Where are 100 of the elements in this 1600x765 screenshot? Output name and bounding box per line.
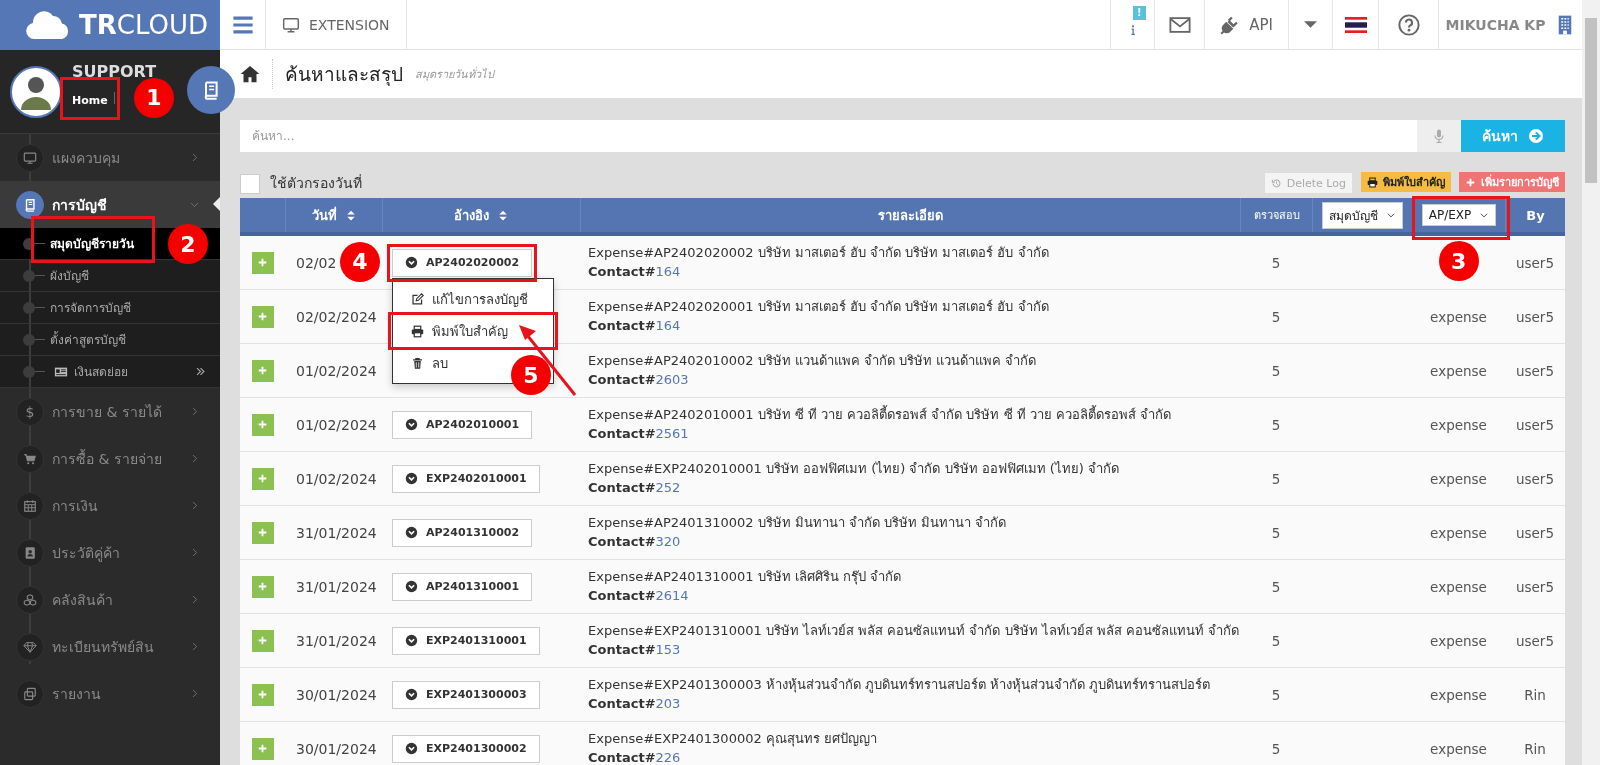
menu-item[interactable]: พิมพ์ใบสำคัญ [411, 320, 508, 342]
add-row-button[interactable] [251, 251, 274, 274]
search-field[interactable]: ค้นหา... [240, 120, 1417, 152]
sidebar-item[interactable]: $ การขาย & รายได้ [0, 388, 220, 435]
reference-button[interactable]: AP2402020002 [392, 248, 533, 277]
table-cell: 5 [1271, 524, 1281, 541]
sidebar-item[interactable]: การซื้อ & รายจ่าย [0, 435, 220, 482]
menu-item[interactable]: แก้ไขการลงบัญชี [411, 288, 528, 310]
sidebar-item[interactable]: แผงควบคุม [0, 134, 220, 181]
microphone-button[interactable] [1417, 120, 1461, 152]
book-filter-select[interactable]: สมุดบัญชี [1322, 201, 1403, 229]
add-entry-button[interactable]: เพิ่มรายการบัญชี [1459, 172, 1565, 192]
table-cell: 5 [1271, 362, 1281, 379]
add-row-button[interactable] [251, 305, 274, 328]
contact-link[interactable]: 164 [655, 318, 681, 333]
table-cell: expense [1430, 524, 1487, 541]
contact-link[interactable]: 203 [655, 696, 681, 711]
contact-label: Contact#2603 [588, 371, 689, 389]
home-link[interactable]: Home [72, 93, 108, 107]
sidebar-item[interactable]: คลังสินค้า [0, 576, 220, 623]
submenu-item[interactable]: เงินสดย่อย [0, 356, 160, 387]
reference-button[interactable]: EXP2401300002 [392, 734, 540, 763]
cloud-icon [25, 10, 71, 40]
menu-item[interactable]: ลบ [411, 352, 448, 374]
search-button[interactable]: ค้นหา [1461, 120, 1565, 152]
sidebar-item[interactable]: การเงิน [0, 482, 220, 529]
description: Expense#AP2402020002 บริษัท มาสเตอร์ ฮับ จำกัด บริษัท มาสเตอร์ ฮับ จำกัด [588, 244, 1049, 262]
print-button[interactable]: พิมพ์ใบสำคัญ [1361, 172, 1451, 192]
contact-link[interactable]: 320 [655, 534, 681, 549]
submenu-item[interactable]: ตั้งค่าสูตรบัญชี [0, 324, 160, 355]
api-button[interactable]: API [1204, 0, 1288, 49]
arrow-right-icon [1528, 128, 1544, 144]
date-cell: 02/02/2024 [296, 308, 377, 325]
trash-icon [411, 356, 424, 370]
plus-icon [257, 527, 268, 538]
flag-icon [1344, 16, 1367, 33]
table-cell: 5 [1271, 632, 1281, 649]
add-row-button[interactable] [251, 683, 274, 706]
avatar [10, 65, 62, 118]
contact-link[interactable]: 2614 [655, 588, 689, 603]
scrollbar[interactable] [1582, 0, 1600, 765]
add-row-button[interactable] [251, 359, 274, 382]
table-cell: 5 [1271, 740, 1281, 757]
table-cell: user5 [1515, 470, 1554, 487]
column-header[interactable]: By [1505, 198, 1565, 232]
step-number: 1 [134, 77, 174, 118]
column-header[interactable]: ตรวจสอบ [1240, 198, 1312, 232]
contact-card-icon [23, 545, 37, 560]
table-cell: user5 [1515, 524, 1554, 541]
add-row-button[interactable] [251, 521, 274, 544]
page-subtitle: สมุดรายวันทั่วไป [415, 65, 494, 83]
contact-link[interactable]: 2561 [655, 426, 689, 441]
calendar-icon [23, 498, 37, 513]
cart-icon [23, 451, 37, 466]
sidebar-item[interactable]: การบัญชี [0, 181, 220, 228]
reference-button[interactable]: EXP2401300003 [392, 680, 540, 709]
column-header[interactable]: วันที่ [285, 198, 382, 232]
checkbox-label: ใช้ตัวกรองวันที่ [270, 173, 362, 193]
column-header[interactable]: อ้างอิง [382, 198, 580, 232]
table-cell: user5 [1515, 632, 1554, 649]
contact-link[interactable]: 252 [655, 480, 681, 495]
plus-icon [257, 473, 268, 484]
table-cell: Rin [1524, 740, 1546, 757]
reference-button[interactable]: AP2401310001 [392, 572, 533, 601]
chevron-down-icon [1386, 210, 1396, 220]
sidebar-item[interactable]: ทะเบียนทรัพย์สิน [0, 623, 220, 670]
table-cell: user5 [1515, 308, 1554, 325]
description: Expense#AP2401310002 บริษัท มินทานา จำกัด บริษัท มินทานา จำกัด [588, 514, 1007, 532]
table-cell: expense [1430, 686, 1487, 703]
add-row-button[interactable] [251, 413, 274, 436]
chevron-down-icon [405, 634, 418, 647]
plus-icon [257, 689, 268, 700]
type-filter-select[interactable]: AP/EXP [1421, 204, 1497, 226]
table-cell: expense [1430, 308, 1487, 325]
column-header[interactable]: รายละเอียด [580, 198, 1240, 232]
extension-button[interactable]: EXTENSION [266, 0, 407, 49]
sidebar-item[interactable]: ประวัติคู่ค้า [0, 529, 220, 576]
date-cell: 31/01/2024 [296, 578, 377, 595]
diamond-icon [23, 639, 37, 654]
contact-link[interactable]: 164 [655, 264, 681, 279]
submenu-item[interactable]: การจัดการบัญชี [0, 292, 160, 323]
date-cell: 01/02/2024 [296, 362, 377, 379]
printer-icon [1367, 176, 1378, 188]
table-cell: 5 [1271, 416, 1281, 433]
reference-button[interactable]: EXP2401310001 [392, 626, 540, 655]
submenu-item[interactable]: ผังบัญชี [0, 260, 160, 291]
add-row-button[interactable] [251, 629, 274, 652]
contact-label: Contact#320 [588, 533, 681, 551]
add-row-button[interactable] [251, 575, 274, 598]
add-row-button[interactable] [251, 737, 274, 760]
sidebar-item[interactable]: รายงาน [0, 670, 220, 717]
reference-button[interactable]: AP2401310002 [392, 518, 533, 547]
contact-link[interactable]: 153 [655, 642, 681, 657]
add-row-button[interactable] [251, 467, 274, 490]
edit-icon [411, 292, 424, 306]
reference-button[interactable]: AP2402010001 [392, 410, 533, 439]
reference-button[interactable]: EXP2402010001 [392, 464, 540, 493]
contact-link[interactable]: 226 [655, 750, 681, 765]
contact-link[interactable]: 2603 [655, 372, 689, 387]
checkbox[interactable] [240, 174, 260, 194]
